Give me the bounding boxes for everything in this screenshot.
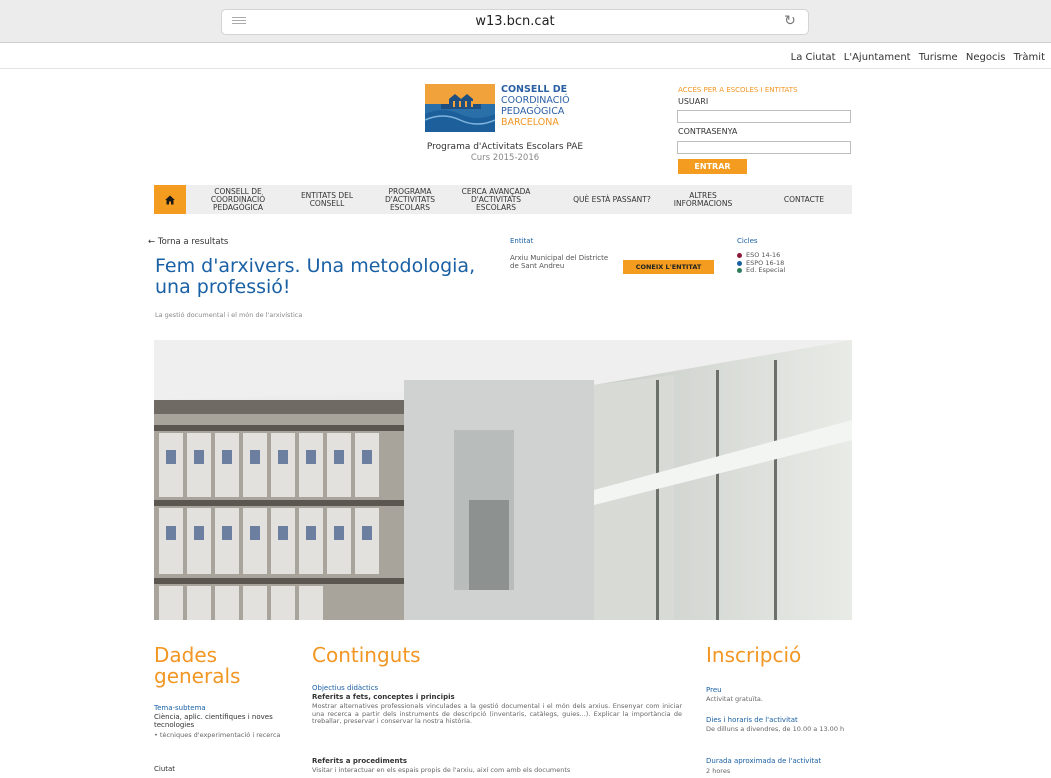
program-course: Curs 2015-2016 [470,153,540,163]
duration-value: 2 hores [706,768,731,775]
facts-text: Mostrar alternatives professionals vincu… [312,702,682,725]
user-label: USUARI [678,97,709,106]
toplink-ciutat[interactable]: La Ciutat [791,52,836,63]
bullet-icon [737,253,742,259]
subtheme-item-text: tècniques d'experimentació i recerca [159,731,281,739]
cycle-item: Ed. Especial [737,266,786,275]
nav-item-entitats[interactable]: ENTITATS DEL CONSELL [287,185,367,214]
activity-photo [154,340,852,620]
procedures-text: Visitar i interactuar en els espais prop… [312,766,571,774]
nav-label: PEDAGÒGICA [212,202,263,212]
nav-item-programa[interactable]: PROGRAMA D'ACTIVITATS ESCOLARS [370,185,450,214]
nav-label: CONTACTE [783,194,825,204]
nav-home[interactable] [154,185,186,214]
logo-line: BARCELONA [501,117,559,128]
back-to-results-link[interactable]: ← Torna a resultats [148,237,228,247]
cycles-label: Cicles [737,237,758,245]
toplink-tramits[interactable]: Tràmit [1014,52,1045,63]
nav-item-que-esta-passant[interactable]: QUÈ ESTÀ PASSANT? [562,185,662,214]
nav-label: ESCOLARS [475,202,517,212]
subtheme-item: • tècniques d'experimentació i recerca [154,731,304,740]
main-nav: CONSELL DE COORDINACIÓ PEDAGÒGICA ENTITATS… [154,185,852,214]
wave-icon [425,110,495,132]
bullet-icon: • [154,731,158,739]
contents-title: Continguts [312,643,421,667]
address-bar[interactable]: w13.bcn.cat ↻ [221,9,809,35]
cycles-list: ESO 14-16 ESPO 16-18 Ed. Especial [737,251,786,275]
cycle-name: Ed. Especial [746,266,786,274]
schedule-value: De dilluns a divendres, de 10.00 a 13.00… [706,725,845,733]
logo-line: CONSELL DE [501,84,568,95]
schedule-label: Dies i horaris de l'activitat [706,716,798,724]
duration-label: Durada aproximada de l'activitat [706,757,822,765]
logo-text: CONSELL DE COORDINACIÓ PEDAGÒGICA BARCEL… [501,84,585,128]
procedures-heading: Referits a procediments [312,757,408,765]
user-input[interactable] [677,110,851,123]
entity-name: Arxiu Municipal del Districte de Sant An… [510,254,609,270]
entity-label: Entitat [510,237,534,245]
login-title: ACCÉS PER A ESCOLES I ENTITATS [678,86,798,94]
nav-label: INFORMACIONS [673,198,733,208]
reload-icon[interactable]: ↻ [782,13,798,29]
subtheme-label: Tema-subtema [154,704,206,712]
divider [0,68,1051,69]
archive-shelves-image [154,340,852,620]
browser-toolbar: w13.bcn.cat ↻ [0,0,1051,43]
activity-title: Fem d'arxivers. Una metodologia, una pro… [155,255,476,298]
subtheme-value: Ciència, aplic. científiques i noves tec… [154,713,273,729]
site-logo[interactable]: CONSELL DE COORDINACIÓ PEDAGÒGICA BARCEL… [425,84,580,134]
nav-item-contacte[interactable]: CONTACTE [759,185,849,214]
top-links: La Ciutat L'Ajuntament Turisme Negocis T… [786,52,1045,63]
nav-item-consell[interactable]: CONSELL DE COORDINACIÓ PEDAGÒGICA [192,185,284,214]
logo-line: COORDINACIÓ [501,95,570,106]
price-label: Preu [706,686,722,694]
program-title: Programa d'Activitats Escolars PAE [426,142,584,152]
password-label: CONTRASENYA [678,127,738,136]
facts-heading: Referits a fets, conceptes i principis [312,693,455,701]
bullet-icon [737,268,742,274]
registration-title: Inscripció [706,643,802,667]
know-entity-button[interactable]: CONEIX L'ENTITAT [623,260,714,274]
general-data-title: Dades generals [154,645,240,687]
bullet-icon [737,260,742,266]
logo-graphic [425,84,495,132]
toplink-turisme[interactable]: Turisme [919,52,958,63]
nav-label: QUÈ ESTÀ PASSANT? [573,194,651,204]
toplink-negocis[interactable]: Negocis [966,52,1006,63]
activity-subtitle: La gestió documental i el món de l'arxiv… [155,311,303,319]
home-icon [165,195,175,204]
section-title-line: generals [154,664,241,688]
toplink-ajuntament[interactable]: L'Ajuntament [844,52,911,63]
logo-line: PEDAGÒGICA [501,106,565,117]
nav-item-altres[interactable]: ALTRES INFORMACIONS [660,185,746,214]
section-title-line: Dades [154,643,218,667]
city-label: Ciutat [154,765,176,773]
url-text[interactable]: w13.bcn.cat [222,10,808,34]
nav-item-cerca[interactable]: CERCA AVANÇADA D'ACTIVITATS ESCOLARS [450,185,542,214]
objectives-label: Objectius didàctics [312,684,379,692]
login-button[interactable]: ENTRAR [678,159,747,174]
nav-label: ESCOLARS [389,202,431,212]
price-value: Activitat gratuïta. [706,695,763,703]
password-input[interactable] [677,141,851,154]
nav-label: CONSELL [309,198,345,208]
